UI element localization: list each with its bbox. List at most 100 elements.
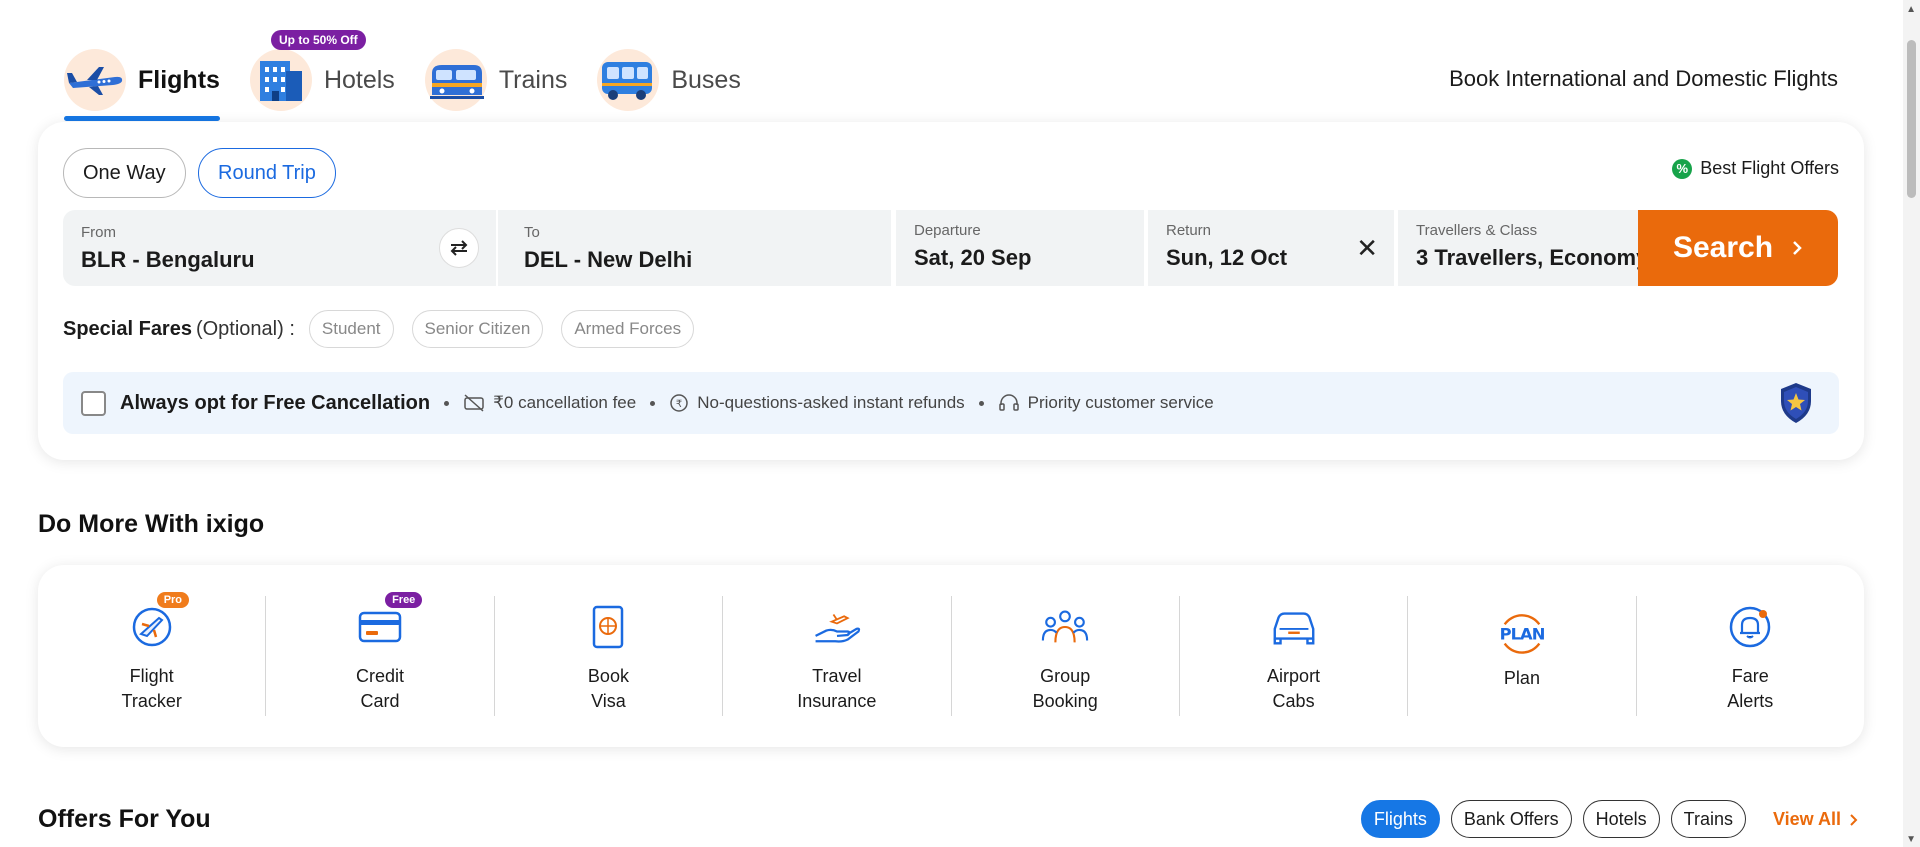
svg-text:PLAN: PLAN	[1500, 625, 1545, 644]
chevron-right-icon	[1793, 241, 1802, 255]
plan-icon: PLAN	[1497, 608, 1547, 658]
separator-dot	[650, 400, 656, 406]
benefit-text: No-questions-asked instant refunds	[697, 393, 965, 412]
do-more-flight-tracker[interactable]: Pro Flight Tracker	[38, 592, 267, 716]
one-way-button[interactable]: One Way	[63, 148, 186, 198]
percent-badge-icon: %	[1672, 158, 1693, 179]
special-fares-optional: (Optional) :	[195, 317, 295, 340]
headset-icon	[998, 394, 1019, 411]
departure-label: Departure	[914, 222, 981, 239]
best-flight-offers-link[interactable]: % Best Flight Offers	[1672, 158, 1839, 179]
special-fares-title: Special Fares	[63, 317, 192, 340]
offers-title: Offers For You	[38, 805, 211, 833]
clear-return-icon[interactable]: ✕	[1356, 235, 1378, 261]
to-label: To	[524, 224, 540, 241]
tab-label: Flights	[138, 65, 220, 94]
from-label: From	[81, 224, 116, 241]
visa-passport-icon	[583, 602, 633, 652]
tab-label: Hotels	[323, 65, 395, 94]
departure-value: Sat, 20 Sep	[914, 245, 1032, 270]
offers-tab-flights[interactable]: Flights	[1360, 800, 1440, 838]
fare-chip-armed-forces[interactable]: Armed Forces	[561, 310, 695, 348]
swap-cities-button[interactable]	[439, 228, 479, 268]
do-more-label: Fare Alerts	[1727, 666, 1774, 711]
cab-icon	[1269, 602, 1319, 652]
pro-badge: Pro	[156, 592, 190, 608]
vertical-scrollbar[interactable]: ▲ ▼	[1903, 0, 1920, 847]
tab-buses[interactable]: Buses	[597, 40, 741, 120]
travellers-value: 3 Travellers, Economy	[1416, 245, 1649, 270]
scroll-up-icon[interactable]: ▲	[1906, 4, 1916, 15]
svg-text:₹: ₹	[676, 399, 682, 410]
do-more-book-visa[interactable]: Book Visa	[495, 596, 724, 716]
benefit-instant-refunds: ₹ No-questions-asked instant refunds	[669, 393, 965, 413]
do-more-plan[interactable]: PLAN Plan	[1408, 596, 1637, 716]
do-more-label: Credit Card	[356, 666, 405, 711]
credit-card-icon: Free	[355, 592, 423, 652]
insurance-hand-icon	[812, 602, 862, 652]
do-more-label: Plan	[1503, 668, 1540, 688]
swap-arrows-icon	[450, 240, 468, 256]
separator-dot	[978, 400, 984, 406]
do-more-label: Travel Insurance	[797, 666, 877, 711]
free-cancellation-checkbox[interactable]	[81, 390, 106, 416]
travellers-class-field[interactable]: Travellers & Class 3 Travellers, Economy	[1398, 210, 1649, 286]
do-more-group-booking[interactable]: Group Booking	[952, 596, 1180, 716]
do-more-credit-card[interactable]: Free Credit Card	[266, 592, 495, 716]
free-cancellation-bar: Always opt for Free Cancellation ₹0 canc…	[63, 372, 1839, 434]
fare-chip-senior-citizen[interactable]: Senior Citizen	[411, 310, 544, 348]
benefit-text: ₹0 cancellation fee	[493, 393, 637, 412]
chevron-right-icon	[1850, 813, 1858, 826]
free-badge: Free	[385, 592, 423, 608]
from-field[interactable]: From BLR - Bengaluru	[63, 210, 496, 286]
free-cancellation-title: Always opt for Free Cancellation	[120, 391, 431, 414]
search-button[interactable]: Search	[1638, 210, 1838, 286]
travellers-label: Travellers & Class	[1416, 222, 1538, 239]
bell-icon	[1725, 602, 1775, 652]
to-value: DEL - New Delhi	[524, 247, 693, 272]
from-value: BLR - Bengaluru	[81, 247, 255, 272]
tab-label: Buses	[671, 65, 741, 94]
offers-tab-bank-offers[interactable]: Bank Offers	[1450, 800, 1572, 838]
tab-hotels[interactable]: Hotels	[249, 40, 395, 120]
to-field[interactable]: To DEL - New Delhi	[498, 210, 891, 286]
separator-dot	[444, 400, 450, 406]
airplane-icon	[64, 49, 126, 111]
round-trip-button[interactable]: Round Trip	[198, 148, 336, 198]
tab-flights[interactable]: Flights	[64, 40, 220, 121]
refund-icon: ₹	[670, 394, 688, 412]
view-all-link[interactable]: View All	[1773, 809, 1858, 830]
hotel-building-icon	[249, 49, 312, 111]
scroll-down-icon[interactable]: ▼	[1906, 834, 1916, 845]
special-fares: Special Fares (Optional) : Student Senio…	[63, 310, 712, 348]
return-field[interactable]: Return Sun, 12 Oct ✕	[1148, 210, 1394, 286]
return-value: Sun, 12 Oct	[1166, 245, 1288, 270]
tab-label: Trains	[498, 65, 568, 94]
no-fee-icon	[464, 394, 484, 412]
flight-tracker-icon: Pro	[127, 592, 190, 652]
do-more-label: Book Visa	[587, 666, 629, 711]
do-more-label: Airport Cabs	[1267, 666, 1321, 711]
do-more-label: Flight Tracker	[121, 666, 182, 711]
benefit-priority-service: Priority customer service	[998, 393, 1214, 413]
do-more-fare-alerts[interactable]: Fare Alerts	[1637, 596, 1864, 716]
search-label: Search	[1672, 231, 1774, 264]
view-all-label: View All	[1772, 809, 1841, 829]
return-label: Return	[1166, 222, 1212, 239]
page-tagline: Book International and Domestic Flights	[1449, 66, 1838, 91]
flight-search-card: One Way Round Trip % Best Flight Offers …	[38, 122, 1864, 460]
benefit-cancellation-fee: ₹0 cancellation fee	[463, 393, 636, 413]
fare-chip-student[interactable]: Student	[308, 310, 394, 348]
do-more-card: Pro Flight Tracker Free Credit Card Book Vi…	[38, 565, 1864, 747]
bus-icon	[597, 49, 660, 111]
do-more-title: Do More With ixigo	[38, 510, 265, 538]
do-more-travel-insurance[interactable]: Travel Insurance	[723, 596, 952, 716]
benefit-text: Priority customer service	[1027, 393, 1214, 412]
scrollbar-thumb[interactable]	[1907, 40, 1916, 198]
offers-tab-hotels[interactable]: Hotels	[1582, 800, 1660, 838]
offers-tabs: Flights Bank Offers Hotels Trains	[1350, 800, 1746, 838]
departure-field[interactable]: Departure Sat, 20 Sep	[896, 210, 1144, 286]
offers-tab-trains[interactable]: Trains	[1670, 800, 1746, 838]
do-more-airport-cabs[interactable]: Airport Cabs	[1180, 596, 1409, 716]
tab-trains[interactable]: Trains	[424, 40, 568, 120]
